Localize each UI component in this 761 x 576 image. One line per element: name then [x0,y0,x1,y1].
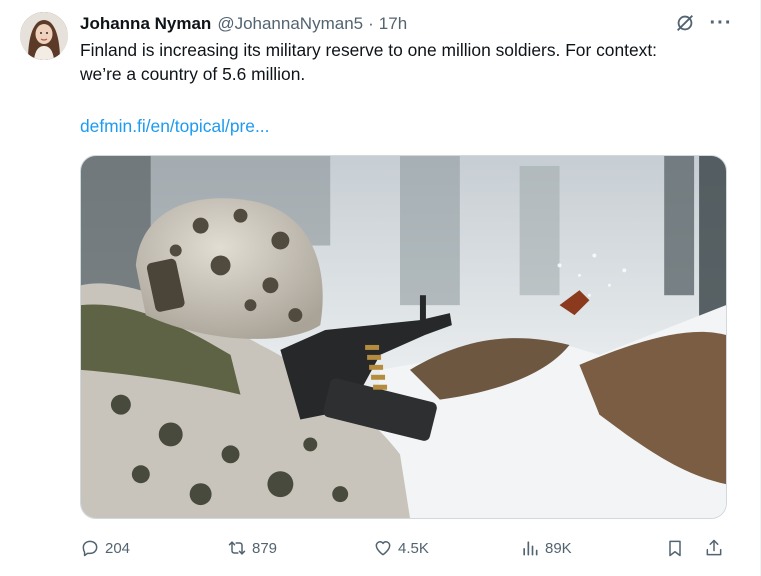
views-button[interactable]: 89K [520,536,572,560]
more-glyph: ··· [709,12,733,34]
heart-icon [375,541,391,556]
tweet-action-bar: 204 879 4.5K 89K [80,536,727,560]
more-icon[interactable]: ··· [710,12,732,34]
header-separator: · [368,14,374,33]
share-button[interactable] [704,536,724,560]
author-display-name[interactable]: Johanna Nyman [80,14,211,34]
tweet-link[interactable]: defmin.fi/en/topical/pre... [80,116,269,137]
repost-button[interactable]: 879 [227,536,277,560]
like-count: 4.5K [398,539,429,557]
tweet-card[interactable]: Johanna Nyman @JohannaNyman5 · 17h ··· F… [0,0,761,576]
bookmark-icon [669,540,681,557]
author-handle[interactable]: @JohannaNyman5 [217,14,363,34]
tweet-top-actions: ··· [674,12,732,34]
avatar[interactable] [20,12,68,60]
bookmark-button[interactable] [665,536,685,560]
post-time[interactable]: 17h [379,14,407,34]
tweet-text: Finland is increasing its military reser… [80,38,740,86]
share-icon [706,539,722,556]
tweet-media-image[interactable] [80,155,727,519]
reply-icon [82,540,98,557]
reply-count: 204 [105,539,131,557]
grok-icon[interactable] [674,12,696,34]
like-button[interactable]: 4.5K [373,536,429,560]
views-count: 89K [545,539,572,557]
repost-count: 879 [252,539,278,557]
reply-button[interactable]: 204 [80,536,130,560]
repost-icon [228,541,246,555]
analytics-icon [523,541,538,556]
tweet-header: Johanna Nyman @JohannaNyman5 · 17h [80,13,407,35]
tweet-text-line-2: we’re a country of 5.6 million. [80,64,306,84]
tweet-text-line-1: Finland is increasing its military reser… [80,40,658,60]
